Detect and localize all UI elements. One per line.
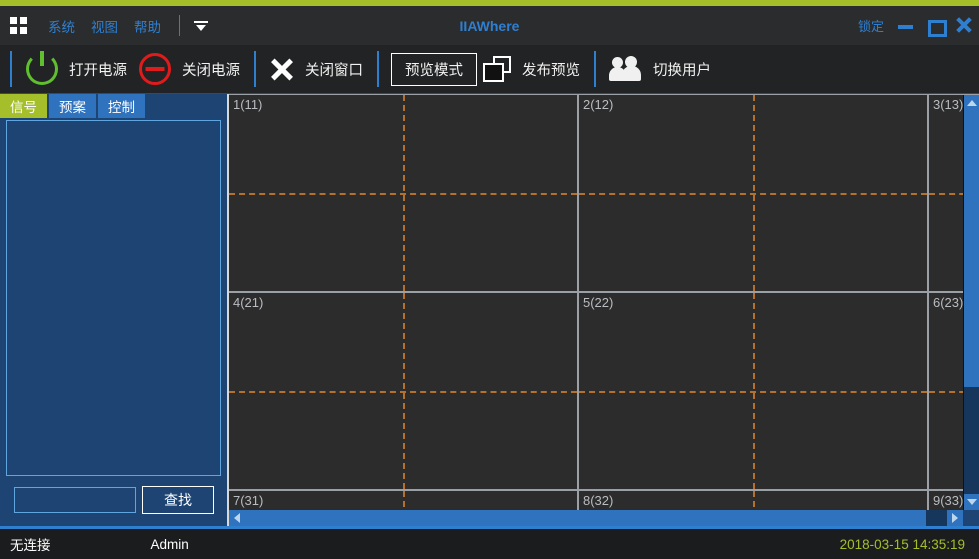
title-bar: 系统 视图 帮助 IIAWhere 锁定 [0, 6, 979, 45]
power-on-button[interactable]: 打开电源 [20, 47, 133, 91]
funnel-dropdown-icon[interactable] [193, 18, 209, 34]
menu-view[interactable]: 视图 [83, 13, 126, 39]
grid-cell-label: 2(12) [583, 97, 614, 112]
grid-cell-label: 7(31) [233, 493, 264, 508]
cell-crosshair-horizontal [579, 193, 927, 195]
main-grid-area: 1(11) 2(12) 3(13) 4(21) 5(22) 6(23) 7(31) 8(32)… [229, 94, 979, 526]
vertical-scroll-thumb[interactable] [964, 111, 979, 387]
close-window-button[interactable]: 关闭窗口 [264, 47, 369, 91]
grid-cell-label: 8(32) [583, 493, 614, 508]
toolbar-divider-3 [377, 51, 379, 87]
tab-preset[interactable]: 预案 [49, 94, 96, 118]
search-button[interactable]: 查找 [142, 486, 214, 514]
scrollbar-corner [963, 510, 979, 526]
grid-cell[interactable]: 4(21) [229, 293, 579, 491]
grid-cell[interactable]: 8(32) [579, 491, 929, 510]
lock-button[interactable]: 锁定 [858, 16, 884, 35]
preview-mode-button[interactable]: 预览模式 [391, 52, 477, 86]
switch-user-label: 切换用户 [653, 62, 711, 79]
scroll-down-arrow-icon[interactable] [964, 494, 979, 510]
grid-cell-label: 6(23) [933, 295, 964, 310]
grid-squares-icon[interactable] [10, 16, 28, 35]
toolbar-divider-2 [254, 51, 256, 87]
grid-cell-label: 1(11) [233, 97, 263, 112]
grid-cell[interactable]: 5(22) [579, 293, 929, 491]
connection-status: 无连接 [10, 538, 51, 553]
grid-cell[interactable]: 1(11) [229, 95, 579, 293]
grid-cell-label: 5(22) [583, 295, 614, 310]
window-controls: 锁定 [858, 6, 972, 45]
signal-list-panel[interactable] [6, 120, 221, 476]
tab-signal[interactable]: 信号 [0, 94, 47, 118]
windows-copy-icon [483, 56, 511, 82]
toolbar-divider [10, 51, 12, 87]
close-window-label: 关闭窗口 [305, 62, 363, 79]
publish-preview-button[interactable]: 发布预览 [477, 47, 586, 91]
application-window: 系统 视图 帮助 IIAWhere 锁定 打开电源 关闭电源 关闭窗口 预览模式… [0, 0, 979, 559]
horizontal-scroll-thumb[interactable] [245, 510, 926, 526]
close-x-icon [270, 57, 294, 81]
users-icon [609, 56, 642, 82]
cell-crosshair-horizontal [579, 391, 927, 393]
cell-crosshair-horizontal [229, 391, 577, 393]
power-off-button[interactable]: 关闭电源 [133, 47, 246, 91]
grid-cell[interactable]: 2(12) [579, 95, 929, 293]
grid-viewport[interactable]: 1(11) 2(12) 3(13) 4(21) 5(22) 6(23) 7(31) 8(32)… [229, 94, 979, 510]
vertical-scroll-track[interactable] [964, 111, 979, 494]
vertical-scrollbar[interactable] [963, 95, 979, 510]
grid-cell-label: 9(33) [933, 493, 964, 508]
tab-control[interactable]: 控制 [98, 94, 145, 118]
left-sidebar: 信号 预案 控制 查找 [0, 94, 229, 526]
sidebar-tabstrip: 信号 预案 控制 [0, 94, 227, 118]
sidebar-search-row: 查找 [0, 476, 227, 526]
power-on-label: 打开电源 [69, 62, 127, 79]
grid-cell[interactable]: 7(31) [229, 491, 579, 510]
power-on-icon [26, 51, 58, 85]
minimize-icon[interactable] [898, 18, 913, 33]
maximize-icon[interactable] [927, 18, 947, 37]
grid-cell-label: 4(21) [233, 295, 264, 310]
cell-crosshair-vertical [753, 491, 755, 510]
power-off-label: 关闭电源 [182, 62, 240, 79]
body-content: 信号 预案 控制 查找 1(11) 2(12) 3(13) 4(21) 5(22) 6(2… [0, 94, 979, 526]
status-bar: 无连接 Admin 2018-03-15 14:35:19 [0, 526, 979, 559]
close-icon[interactable] [956, 17, 972, 33]
current-user: Admin [150, 536, 189, 552]
cell-crosshair-vertical [403, 491, 405, 510]
power-off-icon [139, 53, 171, 85]
timestamp: 2018-03-15 14:35:19 [839, 536, 965, 552]
horizontal-scroll-track[interactable] [245, 510, 947, 526]
menu-divider [179, 15, 180, 36]
menu-help[interactable]: 帮助 [126, 13, 169, 39]
publish-preview-label: 发布预览 [522, 62, 580, 79]
cell-crosshair-horizontal [229, 193, 577, 195]
switch-user-button[interactable]: 切换用户 [604, 47, 717, 91]
grid-canvas: 1(11) 2(12) 3(13) 4(21) 5(22) 6(23) 7(31) 8(32)… [229, 95, 979, 510]
scroll-right-arrow-icon[interactable] [947, 510, 963, 526]
scroll-up-arrow-icon[interactable] [964, 95, 979, 111]
toolbar-divider-4 [594, 51, 596, 87]
horizontal-scrollbar[interactable] [229, 510, 979, 526]
scroll-left-arrow-icon[interactable] [229, 510, 245, 526]
main-toolbar: 打开电源 关闭电源 关闭窗口 预览模式 发布预览 切换用户 [0, 45, 979, 94]
menu-system[interactable]: 系统 [40, 13, 83, 39]
grid-cell-label: 3(13) [933, 97, 964, 112]
search-input[interactable] [14, 487, 136, 513]
